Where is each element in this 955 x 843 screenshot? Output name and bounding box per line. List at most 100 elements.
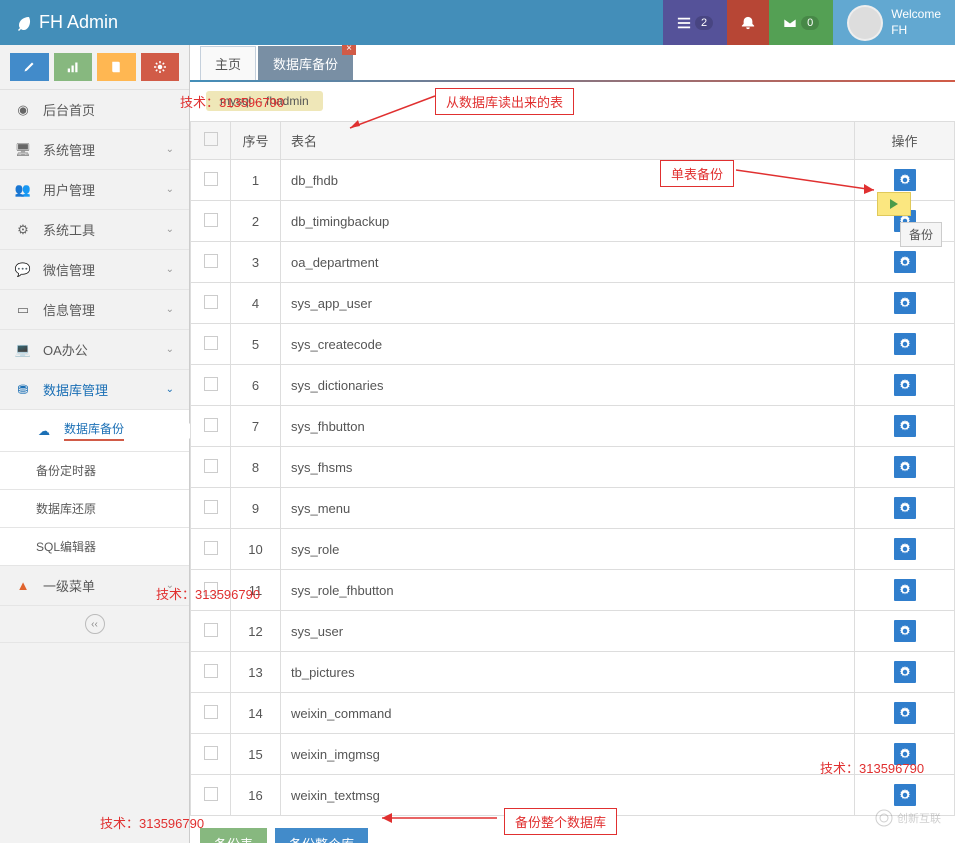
row-seq: 12 bbox=[231, 611, 281, 652]
row-checkbox[interactable] bbox=[204, 582, 218, 596]
row-checkbox[interactable] bbox=[204, 377, 218, 391]
chevron-down-icon: ⌄ bbox=[166, 184, 174, 195]
row-seq: 2 bbox=[231, 201, 281, 242]
row-checkbox[interactable] bbox=[204, 254, 218, 268]
row-checkbox[interactable] bbox=[204, 705, 218, 719]
row-gear-button[interactable] bbox=[894, 702, 916, 724]
nav-oa[interactable]: 💻OA办公⌄ bbox=[0, 330, 189, 370]
row-gear-button[interactable] bbox=[894, 538, 916, 560]
submenu-timer[interactable]: 备份定时器 bbox=[0, 452, 189, 490]
col-name: 表名 bbox=[281, 122, 855, 160]
row-gear-button[interactable] bbox=[894, 579, 916, 601]
navbar-right: 2 0 Welcome FH bbox=[663, 0, 955, 45]
nav-level1[interactable]: ▲一级菜单⌄ bbox=[0, 566, 189, 606]
tab-db-backup[interactable]: 数据库备份× bbox=[258, 46, 353, 80]
tab-home[interactable]: 主页 bbox=[200, 46, 256, 80]
mail-button[interactable]: 0 bbox=[769, 0, 833, 45]
user-menu[interactable]: Welcome FH bbox=[833, 0, 955, 45]
tasks-button[interactable]: 2 bbox=[663, 0, 727, 45]
col-check bbox=[191, 122, 231, 160]
row-gear-button[interactable] bbox=[894, 661, 916, 683]
row-seq: 5 bbox=[231, 324, 281, 365]
row-checkbox[interactable] bbox=[204, 295, 218, 309]
row-checkbox[interactable] bbox=[204, 664, 218, 678]
cog-icon: ⚙ bbox=[15, 222, 31, 238]
chevron-down-icon: ⌄ bbox=[166, 224, 174, 235]
row-checkbox[interactable] bbox=[204, 500, 218, 514]
row-gear-button[interactable] bbox=[894, 292, 916, 314]
nav-database[interactable]: ⛃数据库管理⌄ bbox=[0, 370, 189, 410]
submenu-backup[interactable]: ☁数据库备份 bbox=[0, 410, 189, 452]
mail-badge: 0 bbox=[801, 16, 819, 30]
brand[interactable]: FH Admin bbox=[0, 12, 133, 33]
alerts-button[interactable] bbox=[727, 0, 769, 45]
row-checkbox[interactable] bbox=[204, 623, 218, 637]
row-checkbox[interactable] bbox=[204, 541, 218, 555]
chevron-down-icon: ⌄ bbox=[166, 580, 174, 591]
nav-home[interactable]: ◉后台首页 bbox=[0, 90, 189, 130]
row-checkbox[interactable] bbox=[204, 418, 218, 432]
cogs-icon bbox=[154, 61, 166, 73]
nav-list: ◉后台首页 🖥系统管理⌄ 👥用户管理⌄ ⚙系统工具⌄ 💬微信管理⌄ ▭信息管理⌄… bbox=[0, 90, 189, 643]
row-seq: 15 bbox=[231, 734, 281, 775]
nav-info[interactable]: ▭信息管理⌄ bbox=[0, 290, 189, 330]
row-gear-button[interactable] bbox=[894, 169, 916, 191]
row-gear-button[interactable] bbox=[894, 251, 916, 273]
row-checkbox[interactable] bbox=[204, 787, 218, 801]
signal-icon bbox=[67, 61, 79, 73]
row-gear-button[interactable] bbox=[894, 743, 916, 765]
row-seq: 11 bbox=[231, 570, 281, 611]
sidebar-collapse[interactable]: ‹‹ bbox=[0, 606, 189, 643]
row-seq: 13 bbox=[231, 652, 281, 693]
sidebar-shortcuts bbox=[0, 45, 189, 90]
row-checkbox[interactable] bbox=[204, 172, 218, 186]
dashboard-icon: ◉ bbox=[15, 102, 31, 118]
gear-icon bbox=[899, 666, 911, 678]
gear-icon bbox=[899, 297, 911, 309]
gear-icon bbox=[899, 338, 911, 350]
row-gear-button[interactable] bbox=[894, 374, 916, 396]
checkbox-all[interactable] bbox=[204, 132, 218, 146]
close-icon[interactable]: × bbox=[342, 45, 356, 55]
submenu-sql[interactable]: SQL编辑器 bbox=[0, 528, 189, 566]
shortcut-settings[interactable] bbox=[141, 53, 180, 81]
nav-system[interactable]: 🖥系统管理⌄ bbox=[0, 130, 189, 170]
row-seq: 1 bbox=[231, 160, 281, 201]
users-icon: 👥 bbox=[15, 182, 31, 198]
row-name: db_fhdb bbox=[281, 160, 855, 201]
tasks-badge: 2 bbox=[695, 16, 713, 30]
nav-tools[interactable]: ⚙系统工具⌄ bbox=[0, 210, 189, 250]
gear-icon bbox=[899, 379, 911, 391]
shortcut-edit[interactable] bbox=[10, 53, 49, 81]
btn-backup-table[interactable]: 备份表 bbox=[200, 828, 267, 843]
gear-icon bbox=[899, 748, 911, 760]
bottom-actions: 备份表 备份整个库 bbox=[190, 816, 955, 843]
row-name: sys_fhbutton bbox=[281, 406, 855, 447]
row-name: sys_createcode bbox=[281, 324, 855, 365]
row-gear-button[interactable] bbox=[894, 620, 916, 642]
row-seq: 7 bbox=[231, 406, 281, 447]
row-gear-button[interactable] bbox=[894, 415, 916, 437]
backup-action-popup bbox=[877, 192, 911, 216]
avatar bbox=[847, 5, 883, 41]
row-checkbox[interactable] bbox=[204, 459, 218, 473]
table-row: 8 sys_fhsms bbox=[191, 447, 955, 488]
shortcut-stats[interactable] bbox=[54, 53, 93, 81]
submenu-restore[interactable]: 数据库还原 bbox=[0, 490, 189, 528]
gear-icon bbox=[899, 420, 911, 432]
row-name: sys_fhsms bbox=[281, 447, 855, 488]
chevron-down-icon: ⌄ bbox=[166, 304, 174, 315]
row-gear-button[interactable] bbox=[894, 497, 916, 519]
btn-backup-db[interactable]: 备份整个库 bbox=[275, 828, 368, 843]
row-gear-button[interactable] bbox=[894, 456, 916, 478]
row-seq: 14 bbox=[231, 693, 281, 734]
play-button[interactable] bbox=[877, 192, 911, 216]
row-gear-button[interactable] bbox=[894, 784, 916, 806]
nav-wechat[interactable]: 💬微信管理⌄ bbox=[0, 250, 189, 290]
row-checkbox[interactable] bbox=[204, 336, 218, 350]
nav-users[interactable]: 👥用户管理⌄ bbox=[0, 170, 189, 210]
shortcut-users[interactable] bbox=[97, 53, 136, 81]
row-checkbox[interactable] bbox=[204, 213, 218, 227]
row-checkbox[interactable] bbox=[204, 746, 218, 760]
row-gear-button[interactable] bbox=[894, 333, 916, 355]
